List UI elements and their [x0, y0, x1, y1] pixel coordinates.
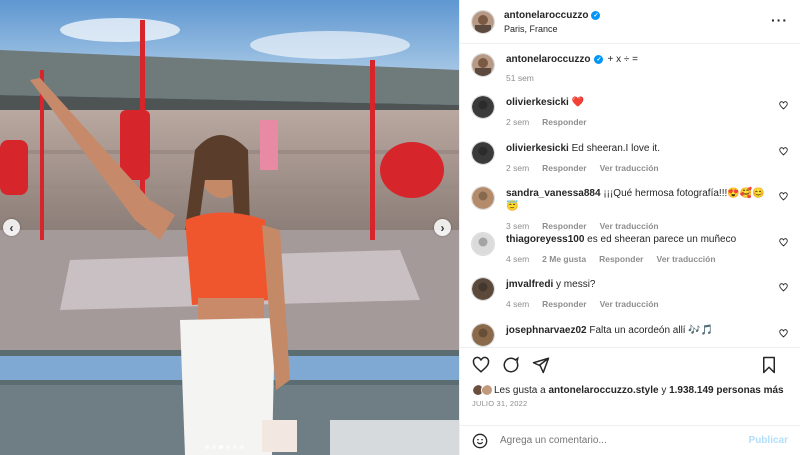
- carousel-dot-active: [219, 445, 223, 449]
- comment-list: olivierkesicki ❤️ 2 sem Responder olivie…: [472, 96, 788, 347]
- comment-row: josephnarvaez02 Falta un acordeón allí 🎶…: [472, 323, 788, 347]
- bookmark-save-icon[interactable]: [760, 356, 778, 374]
- comment-time[interactable]: 4 sem: [506, 299, 529, 309]
- carousel-indicator: [205, 445, 244, 449]
- comment-row: olivierkesicki Ed sheeran.I love it. 2 s…: [472, 141, 788, 188]
- emoji-icon[interactable]: [472, 433, 488, 449]
- author-avatar[interactable]: [472, 10, 494, 33]
- liker-avatar: [481, 384, 493, 396]
- comments-section[interactable]: antonelaroccuzzo ✓ + x ÷ = 51 sem olivie…: [460, 44, 800, 347]
- see-translation-button[interactable]: Ver traducción: [600, 299, 659, 309]
- commenter-avatar[interactable]: [472, 323, 494, 346]
- comment-like-heart-icon[interactable]: [779, 328, 788, 338]
- commenter-avatar[interactable]: [472, 187, 494, 209]
- commenter-username[interactable]: olivierkesicki: [506, 143, 569, 154]
- comment-time[interactable]: 4 sem: [506, 254, 529, 264]
- caption-username[interactable]: antonelaroccuzzo: [506, 54, 590, 65]
- post-date[interactable]: JULIO 31, 2022: [460, 399, 800, 413]
- reply-button[interactable]: Responder: [542, 163, 586, 173]
- post-location[interactable]: Paris, France: [504, 24, 600, 34]
- likes-user[interactable]: antonelaroccuzzo.style: [549, 385, 659, 396]
- likes-summary: Les gusta a antonelaroccuzzo.style y 1.9…: [460, 381, 800, 399]
- stadium-photo-image: [0, 0, 459, 455]
- comment-time[interactable]: 3 sem: [506, 221, 529, 231]
- post-actions-bar: [460, 347, 800, 381]
- commenter-username[interactable]: josephnarvaez02: [506, 325, 587, 336]
- commenter-avatar[interactable]: [472, 96, 494, 118]
- add-comment-bar: Publicar: [460, 425, 800, 455]
- comment-row: olivierkesicki ❤️ 2 sem Responder: [472, 96, 788, 142]
- comment-text: Ed sheeran.I love it.: [571, 142, 660, 154]
- verified-badge-icon: ✓: [594, 55, 604, 64]
- carousel-dot: [240, 445, 244, 449]
- comment-like-heart-icon[interactable]: [779, 146, 788, 156]
- commenter-username[interactable]: thiagoreyess100: [506, 234, 584, 245]
- previous-photo-button[interactable]: ‹: [3, 219, 20, 236]
- next-photo-button[interactable]: ›: [434, 219, 451, 236]
- see-translation-button[interactable]: Ver traducción: [600, 163, 659, 173]
- commenter-avatar[interactable]: [472, 141, 494, 164]
- reply-button[interactable]: Responder: [542, 117, 586, 127]
- commenter-avatar[interactable]: [472, 232, 494, 255]
- commenter-avatar[interactable]: [472, 278, 494, 300]
- comment-time[interactable]: 2 sem: [506, 117, 529, 127]
- comment-likes[interactable]: 2 Me gusta: [542, 254, 586, 264]
- likes-connector: y: [661, 384, 667, 396]
- publish-comment-button[interactable]: Publicar: [749, 435, 788, 446]
- commenter-username[interactable]: olivierkesicki: [506, 97, 569, 108]
- carousel-dot: [226, 445, 230, 449]
- comment-like-heart-icon[interactable]: [779, 283, 788, 292]
- carousel-dot: [205, 445, 209, 449]
- author-username[interactable]: antonelaroccuzzo: [504, 10, 588, 21]
- comment-row: thiagoreyess100 es ed sheeran parece un …: [472, 232, 788, 279]
- caption-text: + x ÷ =: [607, 54, 638, 65]
- comment-like-heart-icon[interactable]: [779, 101, 788, 110]
- comment-text: Falta un acordeón allí 🎶🎵: [589, 324, 714, 336]
- reply-button[interactable]: Responder: [542, 221, 586, 231]
- post-details-panel: antonelaroccuzzo ✓ Paris, France ··· ant…: [459, 0, 800, 455]
- comment-text: y messi?: [556, 279, 596, 290]
- heart-like-icon[interactable]: [472, 356, 490, 374]
- likes-others[interactable]: 1.938.149 personas más: [669, 385, 784, 396]
- commenter-username[interactable]: jmvalfredi: [506, 279, 553, 290]
- likes-prefix: Les gusta a: [494, 384, 546, 396]
- carousel-dot: [212, 445, 216, 449]
- post-photo[interactable]: ‹ ›: [0, 0, 459, 455]
- instagram-post-view: ‹ › antonelaroccuzzo ✓ Paris, France ···: [0, 0, 800, 455]
- verified-badge-icon: ✓: [591, 10, 601, 20]
- more-options-icon[interactable]: ···: [771, 12, 788, 28]
- add-comment-input[interactable]: [500, 435, 749, 446]
- post-header: antonelaroccuzzo ✓ Paris, France ···: [460, 0, 800, 44]
- chevron-right-icon: ›: [440, 220, 445, 235]
- comment-text: ❤️: [571, 97, 585, 108]
- author-avatar[interactable]: [472, 54, 494, 76]
- carousel-dot: [233, 445, 237, 449]
- comment-row: sandra_vanessa884 ¡¡¡Qué hermosa fotogra…: [472, 187, 788, 233]
- comment-icon[interactable]: [502, 355, 520, 374]
- commenter-username[interactable]: sandra_vanessa884: [506, 188, 601, 199]
- comment-row: jmvalfredi y messi? 4 sem Responder Ver …: [472, 278, 788, 324]
- share-send-icon[interactable]: [532, 356, 550, 374]
- comment-time[interactable]: 2 sem: [506, 163, 529, 173]
- see-translation-button[interactable]: Ver traducción: [600, 221, 659, 231]
- see-translation-button[interactable]: Ver traducción: [657, 254, 716, 264]
- post-caption: antonelaroccuzzo ✓ + x ÷ = 51 sem: [472, 54, 788, 96]
- comment-like-heart-icon[interactable]: [779, 237, 788, 247]
- caption-time[interactable]: 51 sem: [506, 73, 534, 83]
- chevron-left-icon: ‹: [9, 220, 14, 235]
- liker-avatars: [472, 384, 493, 396]
- comment-text: es ed sheeran parece un muñeco: [587, 233, 737, 245]
- comment-like-heart-icon[interactable]: [779, 192, 788, 201]
- reply-button[interactable]: Responder: [542, 299, 586, 309]
- reply-button[interactable]: Responder: [599, 254, 643, 264]
